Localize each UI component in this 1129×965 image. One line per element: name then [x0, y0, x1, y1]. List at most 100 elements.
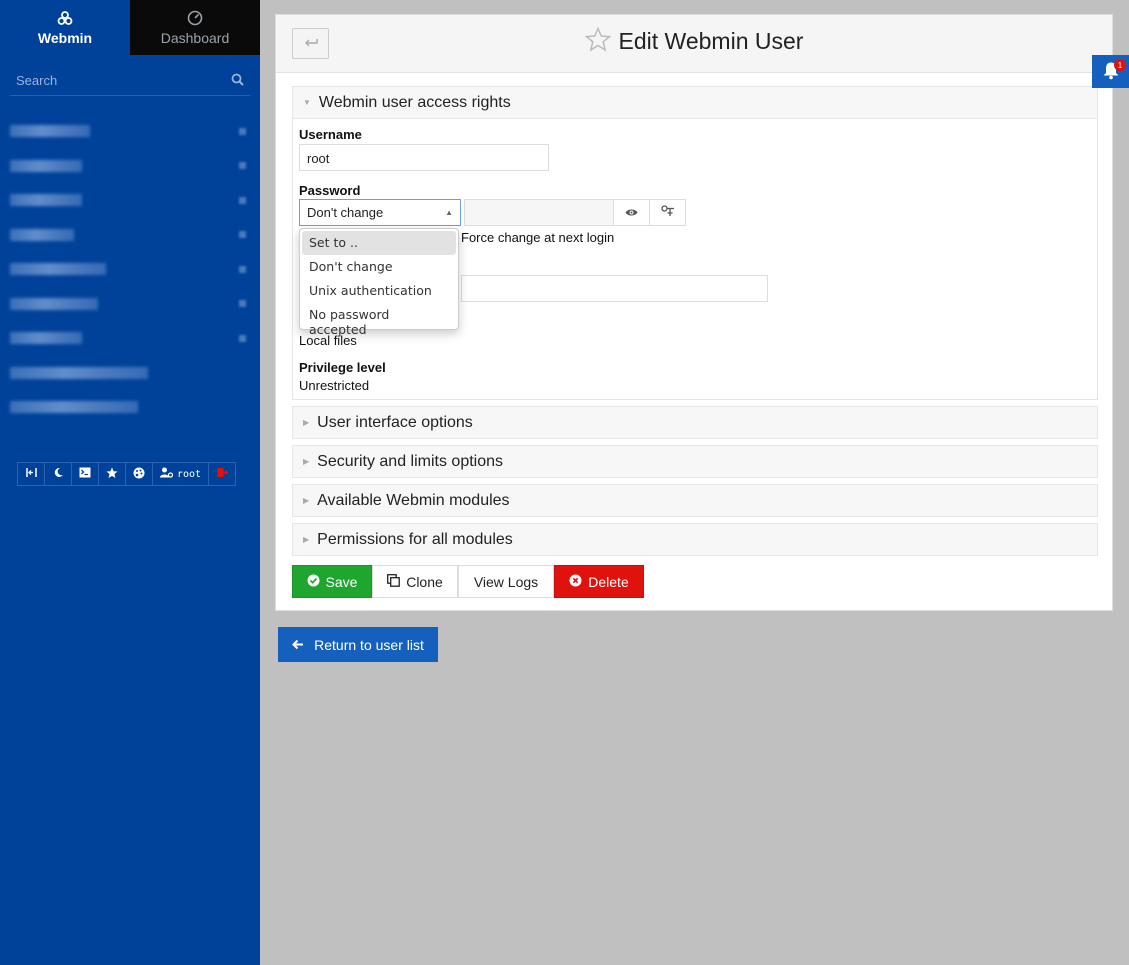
tab-webmin-label: Webmin	[37, 29, 93, 46]
favorites-button[interactable]	[98, 462, 126, 486]
terminal-icon	[79, 467, 91, 481]
section-security[interactable]: ▶ Security and limits options	[292, 445, 1098, 478]
sidebar-item[interactable]	[0, 114, 260, 149]
return-label: Return to user list	[314, 636, 424, 653]
section-ui-options-header[interactable]: ▶ User interface options	[293, 407, 1097, 438]
view-logs-button[interactable]: View Logs	[458, 565, 554, 598]
star-icon	[106, 467, 118, 482]
caret-right-icon: ▶	[303, 535, 310, 544]
delete-button[interactable]: Delete	[554, 565, 644, 598]
favorite-star-icon[interactable]	[584, 26, 611, 55]
caret-right-icon: ▶	[303, 418, 310, 427]
redacted-label	[10, 125, 90, 138]
password-mode-dropdown: Set to .. Don't change Unix authenticati…	[299, 228, 459, 337]
privilege-level-value: Unrestricted	[299, 378, 370, 393]
redacted-marker	[239, 231, 246, 239]
generate-password-button[interactable]	[649, 199, 686, 226]
username-field[interactable]: root	[299, 144, 549, 171]
action-buttons: Save Clone View Logs Delete	[292, 565, 644, 598]
times-circle-icon	[569, 574, 582, 590]
check-circle-icon	[307, 574, 320, 590]
redacted-label	[10, 401, 138, 414]
show-password-button[interactable]	[613, 199, 650, 226]
redacted-label	[10, 228, 74, 241]
password-mode-select[interactable]: Don't change ▲	[299, 199, 461, 226]
section-permissions-header[interactable]: ▶ Permissions for all modules	[293, 524, 1097, 555]
webmin-logo-icon	[57, 10, 73, 26]
password-label: Password	[299, 183, 361, 198]
panel-header: Edit Webmin User	[276, 15, 1112, 73]
redacted-marker	[239, 265, 246, 273]
sidebar-item[interactable]	[0, 183, 260, 218]
section-permissions[interactable]: ▶ Permissions for all modules	[292, 523, 1098, 556]
clone-button[interactable]: Clone	[372, 565, 458, 598]
section-title: User interface options	[317, 413, 473, 431]
logout-icon	[217, 467, 229, 481]
hidden-field[interactable]	[461, 275, 768, 302]
redacted-marker	[239, 334, 246, 342]
password-mode-value: Don't change	[307, 205, 384, 220]
sidebar-search[interactable]: Search	[10, 66, 250, 96]
sidebar-item[interactable]	[0, 321, 260, 356]
sidebar-item[interactable]	[0, 287, 260, 322]
copy-icon	[387, 573, 401, 590]
collapse-sidebar-button[interactable]	[17, 462, 45, 486]
sidebar-item[interactable]	[0, 149, 260, 184]
section-security-header[interactable]: ▶ Security and limits options	[293, 446, 1097, 477]
select-arrow-icon: ▲	[445, 208, 453, 217]
user-account-button[interactable]: root	[152, 462, 210, 486]
search-input[interactable]: Search	[16, 73, 57, 88]
sidebar: Webmin Dashboard Search root	[0, 0, 260, 965]
return-to-user-list-button[interactable]: Return to user list	[278, 627, 438, 662]
palette-icon	[133, 467, 145, 482]
password-field[interactable]	[464, 199, 614, 226]
save-button[interactable]: Save	[292, 565, 372, 598]
redacted-label	[10, 194, 82, 207]
sidebar-item[interactable]	[0, 218, 260, 253]
section-title: Permissions for all modules	[317, 530, 513, 548]
sidebar-menu	[0, 114, 260, 425]
redacted-label	[10, 159, 82, 172]
dropdown-option-unix-auth[interactable]: Unix authentication	[302, 279, 456, 303]
user-gear-icon	[160, 467, 174, 481]
sidebar-toolbar: root	[17, 462, 237, 486]
tab-dashboard-label: Dashboard	[160, 29, 230, 46]
sidebar-item[interactable]	[0, 356, 260, 391]
redacted-marker	[239, 162, 246, 170]
sidebar-item[interactable]	[0, 390, 260, 425]
section-ui-options[interactable]: ▶ User interface options	[292, 406, 1098, 439]
moon-icon	[53, 467, 64, 481]
night-mode-button[interactable]	[44, 462, 72, 486]
key-icon	[660, 205, 675, 220]
dropdown-option-set-to[interactable]: Set to ..	[302, 231, 456, 255]
section-access-rights-header[interactable]: ▼ Webmin user access rights	[293, 87, 1097, 118]
redacted-label	[10, 297, 98, 310]
tab-dashboard[interactable]: Dashboard	[130, 0, 260, 55]
theme-button[interactable]	[125, 462, 153, 486]
notification-count-badge: 1	[1114, 59, 1126, 71]
dropdown-option-dont-change[interactable]: Don't change	[302, 255, 456, 279]
caret-right-icon: ▶	[303, 496, 310, 505]
delete-label: Delete	[588, 573, 629, 590]
redacted-label	[10, 263, 106, 276]
toolbar-username: root	[177, 468, 202, 480]
dropdown-option-no-password[interactable]: No password accepted	[302, 303, 456, 337]
redacted-marker	[239, 300, 246, 308]
redacted-marker	[239, 127, 246, 135]
section-modules[interactable]: ▶ Available Webmin modules	[292, 484, 1098, 517]
page-title: Edit Webmin User	[618, 27, 804, 54]
sidebar-item[interactable]	[0, 252, 260, 287]
notifications-button[interactable]: 1	[1092, 55, 1129, 88]
search-icon[interactable]	[231, 73, 244, 89]
section-title: Available Webmin modules	[317, 491, 510, 509]
terminal-button[interactable]	[71, 462, 99, 486]
username-label: Username	[299, 127, 362, 142]
arrow-left-icon	[292, 637, 304, 653]
main-panel: Edit Webmin User ▼ Webmin user access ri…	[275, 14, 1113, 611]
section-modules-header[interactable]: ▶ Available Webmin modules	[293, 485, 1097, 516]
logout-button[interactable]	[208, 462, 237, 486]
caret-right-icon: ▶	[303, 457, 310, 466]
redacted-label	[10, 332, 82, 345]
section-title: Security and limits options	[317, 452, 504, 470]
tab-webmin[interactable]: Webmin	[0, 0, 130, 55]
